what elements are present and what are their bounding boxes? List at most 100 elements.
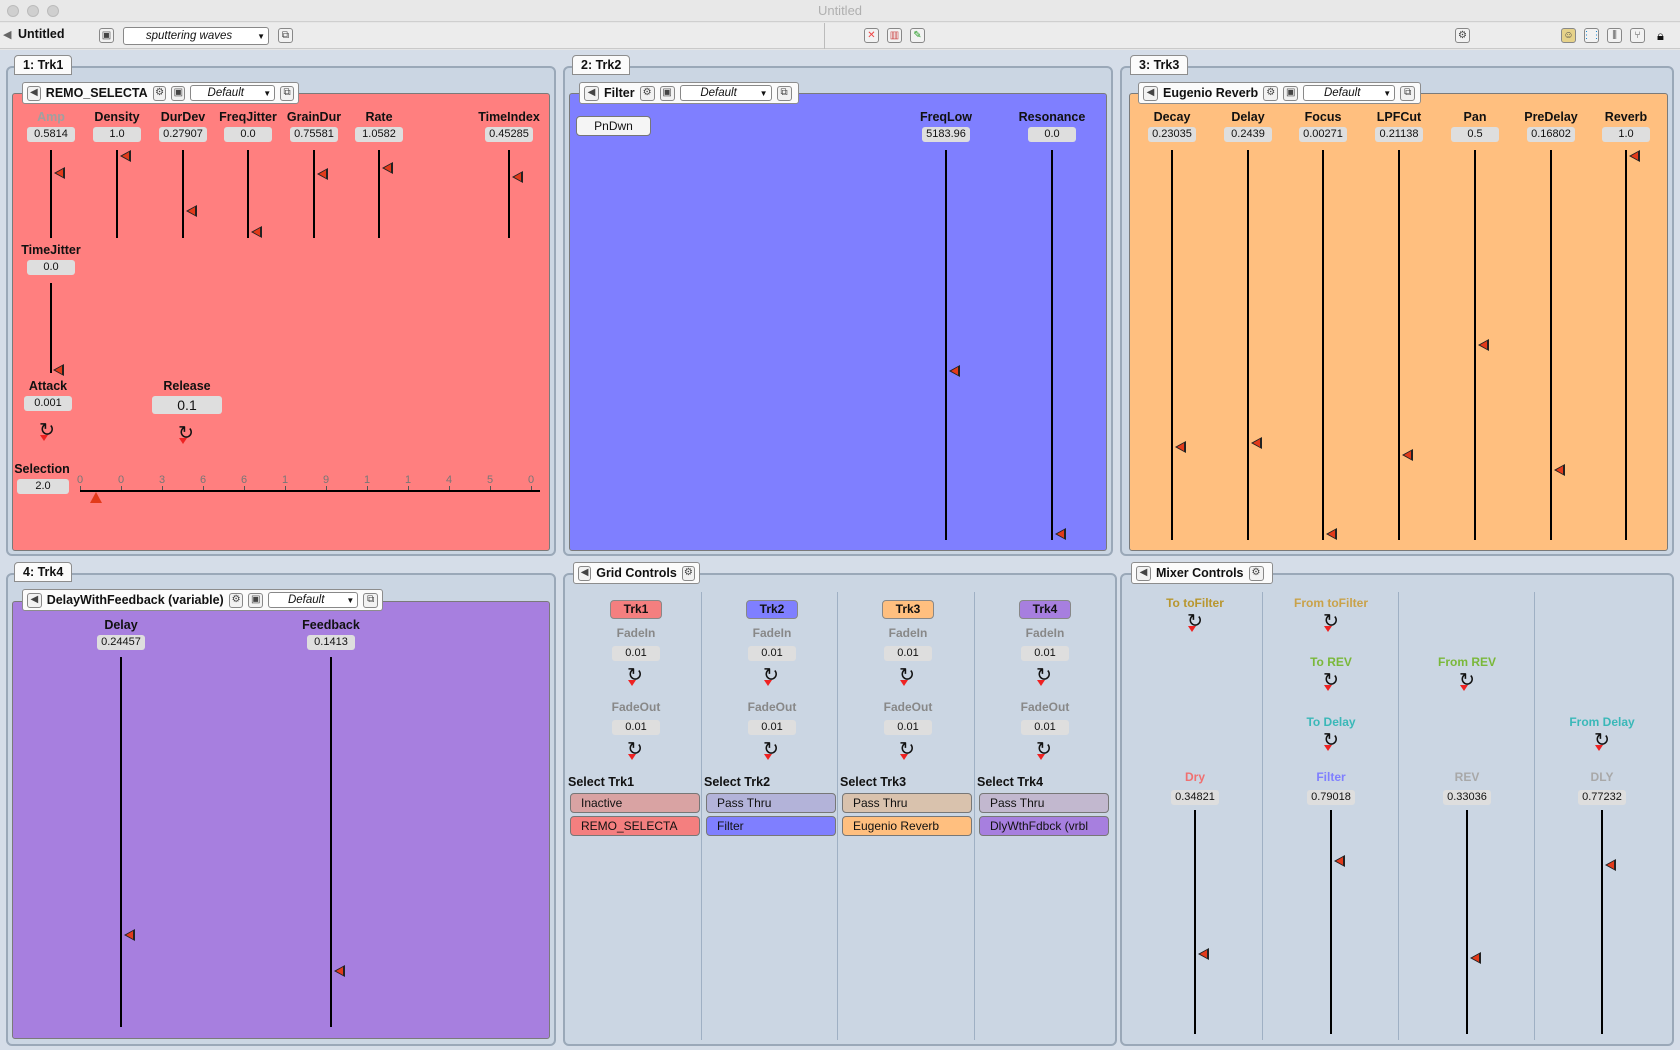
device-select-button[interactable]: DlyWthFdbck (vrbl xyxy=(979,816,1109,836)
param-slider[interactable] xyxy=(313,150,315,238)
send-knob-icon[interactable]: ↻ xyxy=(1321,612,1341,632)
volume-fader-handle[interactable] xyxy=(1198,947,1209,960)
fadeout-value[interactable]: 0.01 xyxy=(748,720,796,735)
fadeout-value[interactable]: 0.01 xyxy=(612,720,660,735)
fadein-value[interactable]: 0.01 xyxy=(1021,646,1069,661)
track2-tab[interactable]: 2: Trk2 xyxy=(572,55,631,75)
send-knob-icon[interactable]: ↻ xyxy=(1321,671,1341,691)
fadein-knob-icon[interactable]: ↻ xyxy=(1034,666,1054,686)
preset-dropdown[interactable]: Default xyxy=(1303,85,1396,101)
param-slider[interactable] xyxy=(1474,150,1476,540)
attack-knob-icon[interactable]: ↻ xyxy=(37,421,57,441)
delete-icon[interactable]: ✕ xyxy=(864,28,879,43)
release-knob-icon[interactable]: ↻ xyxy=(176,424,196,444)
copy-icon[interactable]: ⧉ xyxy=(280,85,295,101)
param-value[interactable]: 0.5814 xyxy=(27,127,75,142)
param-value[interactable]: 5183.96 xyxy=(922,127,970,142)
param-value[interactable]: 0.24457 xyxy=(97,635,145,650)
param-slider[interactable] xyxy=(116,150,118,238)
param-slider-handle[interactable] xyxy=(1055,528,1066,540)
param-value[interactable]: 1.0582 xyxy=(355,127,403,142)
param-value[interactable]: 1.0 xyxy=(93,127,141,142)
fadeout-knob-icon[interactable]: ↻ xyxy=(761,740,781,760)
gear-icon[interactable]: ⚙ xyxy=(1263,85,1279,101)
volume-fader-handle[interactable] xyxy=(1470,952,1481,965)
param-value[interactable]: 0.0 xyxy=(224,127,272,142)
fadeout-value[interactable]: 0.01 xyxy=(884,720,932,735)
pass-thru-button[interactable]: Inactive xyxy=(570,793,700,813)
param-slider-handle[interactable] xyxy=(251,226,262,238)
fadein-value[interactable]: 0.01 xyxy=(884,646,932,661)
param-slider[interactable] xyxy=(1051,150,1053,540)
device-select-button[interactable]: Filter xyxy=(706,816,836,836)
fader-value[interactable]: 0.77232 xyxy=(1578,790,1626,805)
param-slider-handle[interactable] xyxy=(186,204,197,217)
volume-fader[interactable] xyxy=(1601,810,1603,1034)
track3-tab[interactable]: 3: Trk3 xyxy=(1130,55,1189,75)
selection-marker[interactable] xyxy=(90,492,102,503)
track-toggle-trk3[interactable]: Trk3 xyxy=(882,600,934,619)
copy-icon[interactable]: ⧉ xyxy=(363,592,378,608)
fadein-value[interactable]: 0.01 xyxy=(748,646,796,661)
param-value[interactable]: 1.0 xyxy=(1602,127,1650,142)
param-slider-handle[interactable] xyxy=(382,162,393,175)
gear-icon[interactable]: ⚙ xyxy=(152,85,167,101)
send-knob-icon[interactable]: ↻ xyxy=(1185,612,1205,632)
camera-icon[interactable]: ▣ xyxy=(99,28,114,43)
param-value[interactable]: 0.16802 xyxy=(1527,127,1575,142)
camera-icon[interactable]: ▣ xyxy=(659,85,675,101)
volume-fader[interactable] xyxy=(1194,810,1196,1034)
param-value[interactable]: 0.2439 xyxy=(1224,127,1272,142)
param-value[interactable]: 0.45285 xyxy=(485,127,533,142)
param-slider-handle[interactable] xyxy=(54,166,65,179)
send-knob-icon[interactable]: ↻ xyxy=(1457,671,1477,691)
param-slider[interactable] xyxy=(945,150,947,540)
param-value[interactable]: 0.1 xyxy=(152,396,222,414)
pass-thru-button[interactable]: Pass Thru xyxy=(706,793,836,813)
track-toggle-trk4[interactable]: Trk4 xyxy=(1019,600,1071,619)
param-value[interactable]: 0.001 xyxy=(24,396,72,411)
param-slider-handle[interactable] xyxy=(1326,528,1337,540)
param-slider-handle[interactable] xyxy=(1175,441,1186,454)
timejitter-slider[interactable] xyxy=(50,283,52,373)
grid-view-icon[interactable]: ⋮⋮ xyxy=(1582,28,1602,43)
param-slider-handle[interactable] xyxy=(512,170,523,183)
fadeout-knob-icon[interactable]: ↻ xyxy=(897,740,917,760)
param-value[interactable]: 0.0 xyxy=(27,260,75,275)
param-slider-handle[interactable] xyxy=(120,150,131,162)
doc-menu-icon[interactable]: ◀ xyxy=(3,28,11,41)
expand-icon[interactable]: ◀ xyxy=(27,85,41,101)
param-slider[interactable] xyxy=(1550,150,1552,540)
fadein-knob-icon[interactable]: ↻ xyxy=(625,666,645,686)
param-value[interactable]: 0.21138 xyxy=(1375,127,1423,142)
fadein-value[interactable]: 0.01 xyxy=(612,646,660,661)
param-slider[interactable] xyxy=(508,150,510,238)
routing-view-icon[interactable]: ⑂ xyxy=(1630,28,1645,43)
param-slider[interactable] xyxy=(182,150,184,238)
fader-value[interactable]: 0.79018 xyxy=(1307,790,1355,805)
param-slider-handle[interactable] xyxy=(949,365,960,378)
param-slider-handle[interactable] xyxy=(334,964,345,977)
group-view-icon[interactable]: ☺ xyxy=(1561,28,1576,43)
preset-dropdown[interactable]: Default xyxy=(190,85,276,101)
param-slider[interactable] xyxy=(330,657,332,1027)
param-slider[interactable] xyxy=(1625,150,1627,540)
send-knob-icon[interactable]: ↻ xyxy=(1592,731,1612,751)
copy-icon[interactable]: ⧉ xyxy=(278,28,293,43)
track1-tab[interactable]: 1: Trk1 xyxy=(14,55,73,75)
fadein-knob-icon[interactable]: ↻ xyxy=(761,666,781,686)
expand-icon[interactable]: ◀ xyxy=(584,85,599,101)
param-slider-handle[interactable] xyxy=(1251,437,1262,450)
fadeout-knob-icon[interactable]: ↻ xyxy=(625,740,645,760)
param-slider-handle[interactable] xyxy=(317,168,328,181)
gear-icon[interactable]: ⚙ xyxy=(681,565,695,581)
mixer-view-icon[interactable]: ⫼ xyxy=(1607,28,1622,43)
camera-icon[interactable]: ▣ xyxy=(1283,85,1299,101)
param-value[interactable]: 0.23035 xyxy=(1148,127,1196,142)
param-slider[interactable] xyxy=(1171,150,1173,540)
param-slider[interactable] xyxy=(378,150,380,238)
expand-icon[interactable]: ◀ xyxy=(27,592,42,608)
track-toggle-trk2[interactable]: Trk2 xyxy=(746,600,798,619)
fadein-knob-icon[interactable]: ↻ xyxy=(897,666,917,686)
volume-fader[interactable] xyxy=(1466,810,1468,1034)
